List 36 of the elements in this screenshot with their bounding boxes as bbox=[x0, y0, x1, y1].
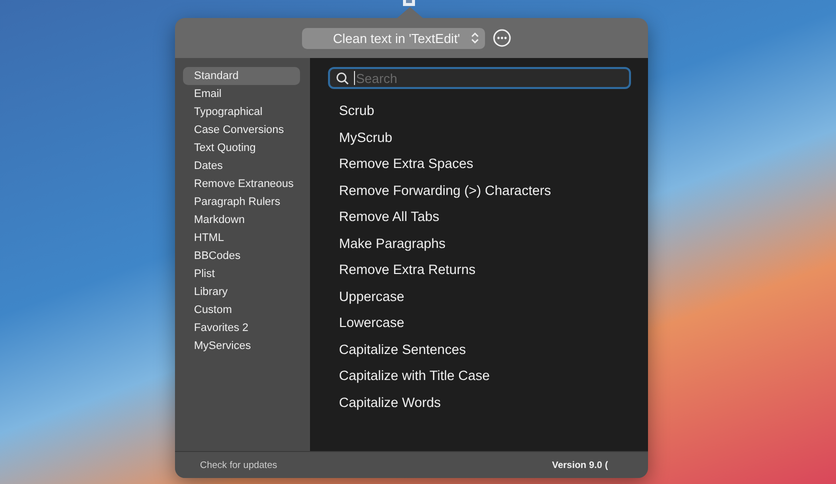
action-item[interactable]: Remove Forwarding (>) Characters bbox=[339, 178, 631, 204]
action-item[interactable]: Capitalize with Title Case bbox=[339, 363, 631, 390]
sidebar-item[interactable]: Text Quoting bbox=[183, 139, 300, 157]
menubar-app-icon[interactable] bbox=[403, 0, 415, 6]
sidebar-item[interactable]: MyServices bbox=[183, 337, 300, 355]
action-item[interactable]: Remove Extra Spaces bbox=[339, 151, 631, 178]
sidebar-item[interactable]: Paragraph Rulers bbox=[183, 193, 300, 211]
version-label: Version 9.0 ( bbox=[552, 460, 608, 470]
text-cursor-icon bbox=[354, 71, 355, 85]
sidebar-item[interactable]: HTML bbox=[183, 229, 300, 247]
sidebar-item[interactable]: Favorites 2 bbox=[183, 319, 300, 337]
action-item[interactable]: Capitalize Sentences bbox=[339, 336, 631, 363]
sidebar-item[interactable]: Plist bbox=[183, 265, 300, 283]
sidebar-item[interactable]: Case Conversions bbox=[183, 121, 300, 139]
sidebar-item[interactable]: Custom bbox=[183, 301, 300, 319]
sidebar-item[interactable]: Typographical bbox=[183, 103, 300, 121]
sidebar-item[interactable]: Email bbox=[183, 85, 300, 103]
action-item[interactable]: MyScrub bbox=[339, 124, 631, 151]
updown-chevron-icon bbox=[471, 32, 479, 44]
sidebar-item[interactable]: Remove Extraneous bbox=[183, 175, 300, 193]
action-item[interactable]: Capitalize Words bbox=[339, 390, 631, 416]
action-item[interactable]: Remove Extra Returns bbox=[339, 257, 631, 284]
sidebar-item[interactable]: BBCodes bbox=[183, 247, 300, 265]
action-item[interactable]: Lowercase bbox=[339, 310, 631, 336]
search-field[interactable]: Search bbox=[328, 67, 631, 89]
action-item[interactable]: Uppercase bbox=[339, 284, 631, 310]
sidebar-item[interactable]: Library bbox=[183, 283, 300, 301]
search-icon bbox=[336, 72, 349, 85]
sidebar-item[interactable]: Dates bbox=[183, 157, 300, 175]
action-item[interactable]: Remove All Tabs bbox=[339, 204, 631, 230]
more-options-icon[interactable] bbox=[493, 29, 511, 47]
check-updates-link[interactable]: Check for updates bbox=[200, 460, 278, 470]
action-item[interactable]: Make Paragraphs bbox=[339, 230, 631, 257]
sidebar-item[interactable]: Standard bbox=[183, 67, 300, 85]
action-item[interactable]: Scrub bbox=[339, 98, 631, 124]
sidebar-item[interactable]: Markdown bbox=[183, 211, 300, 229]
